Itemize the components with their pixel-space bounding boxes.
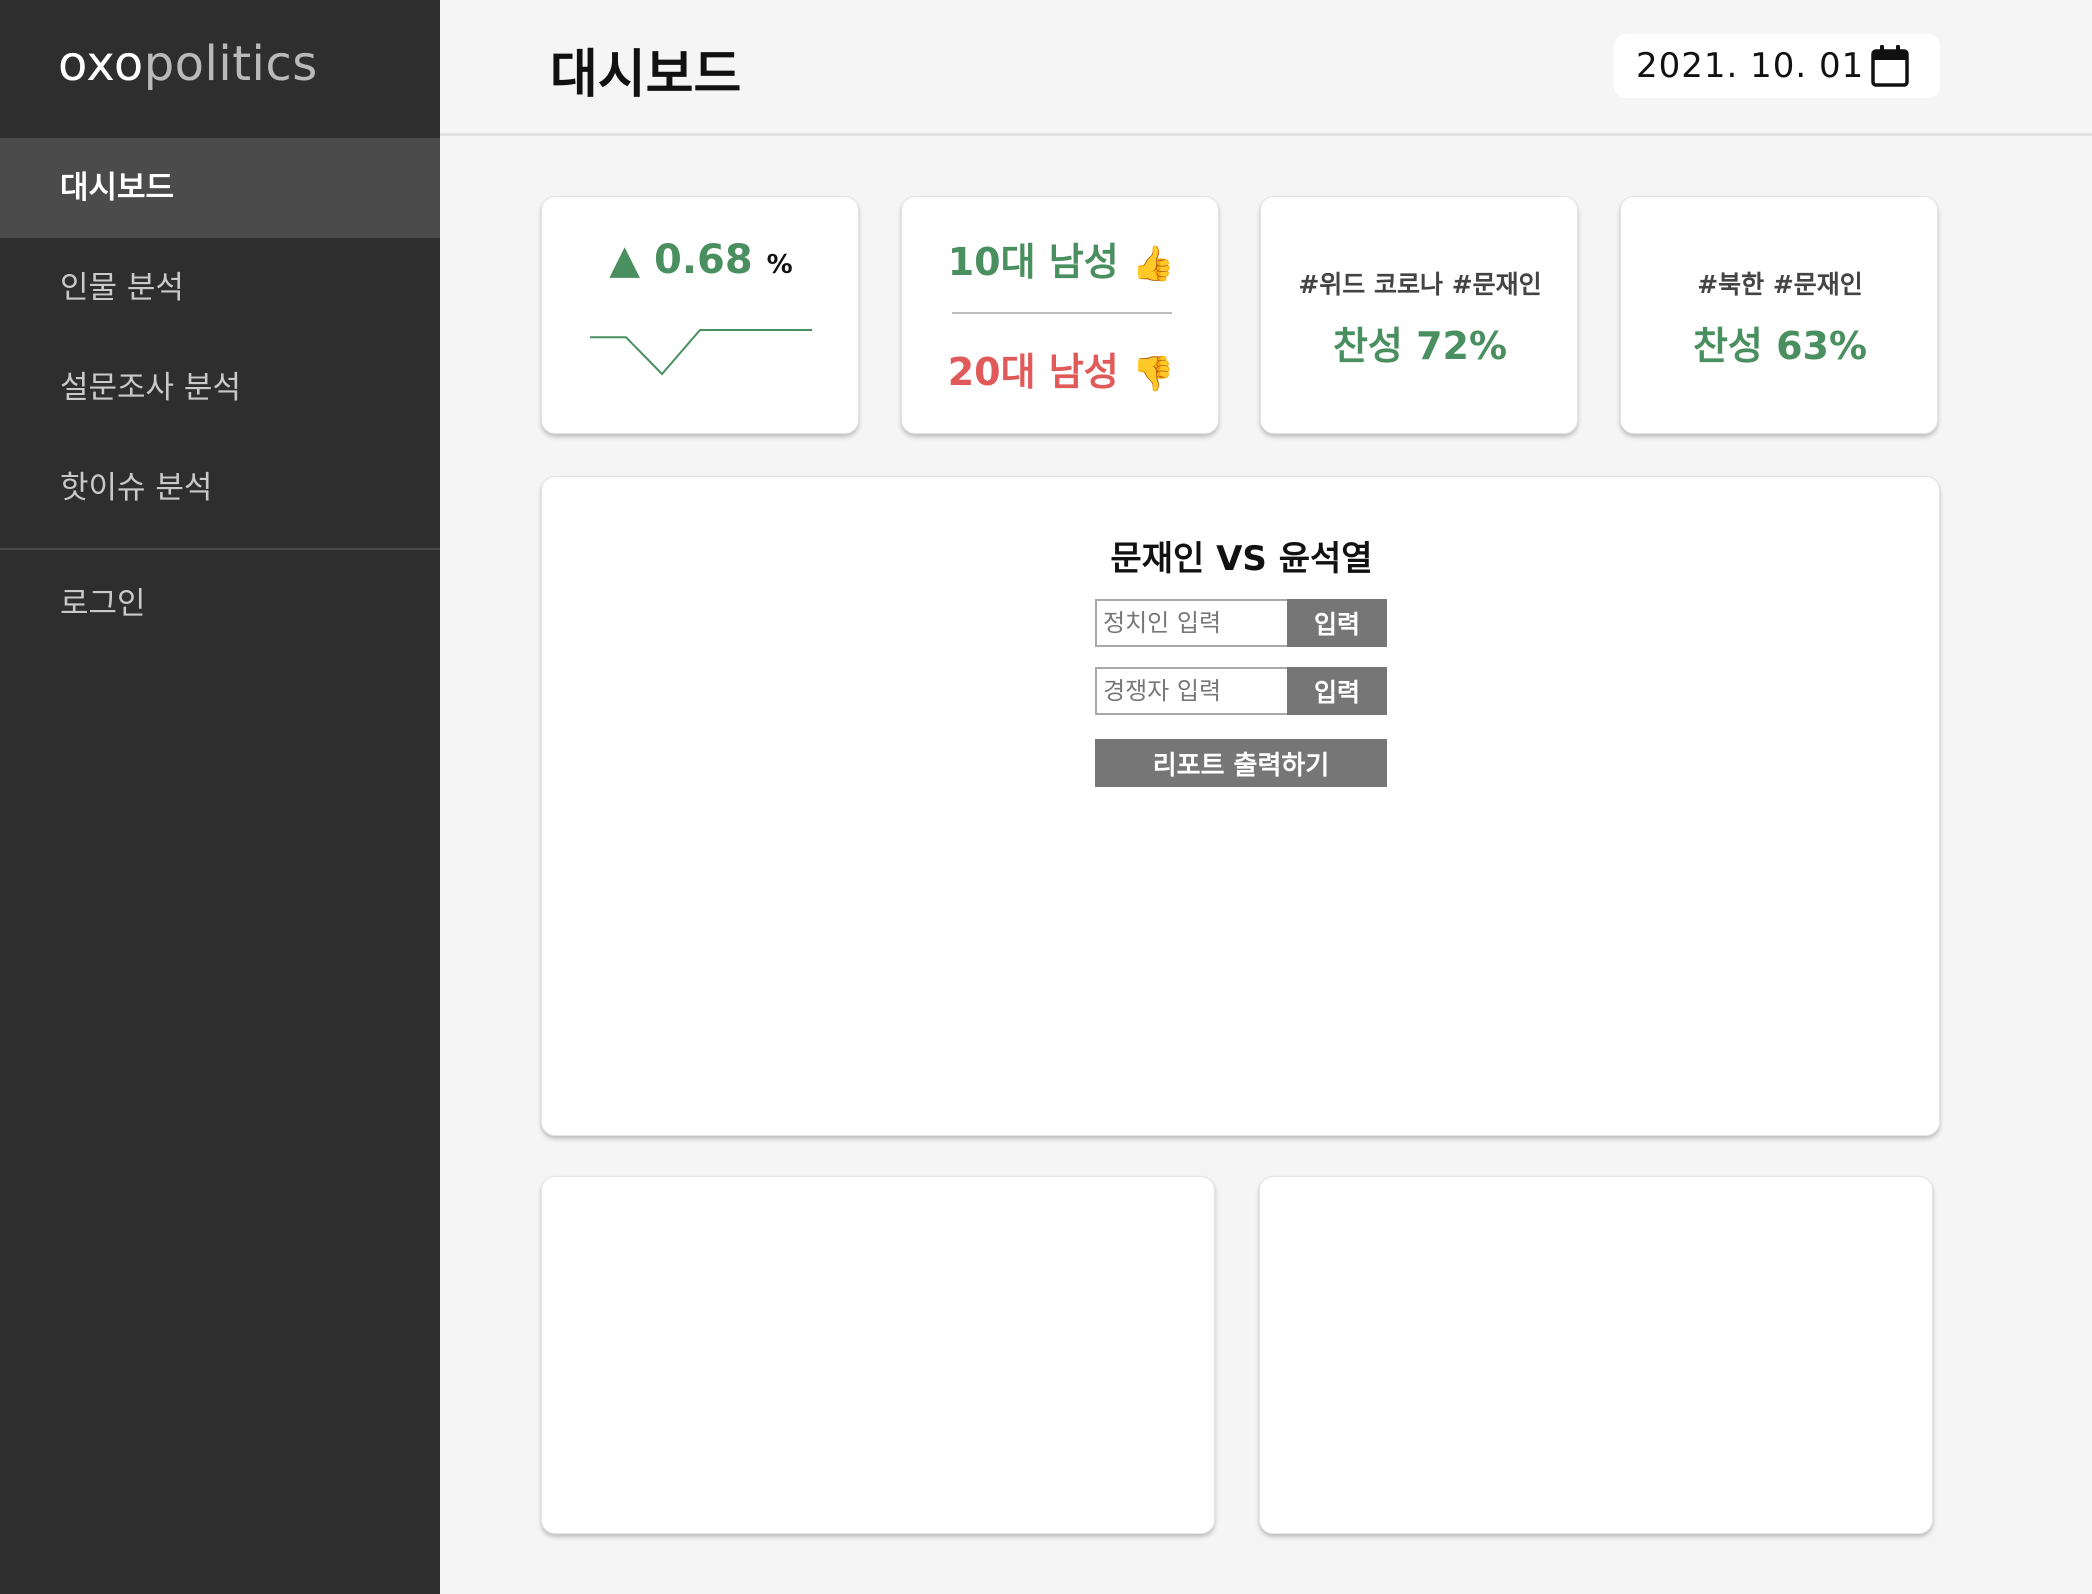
thumbs-up-icon: 👍 [1131, 244, 1175, 284]
sidebar-item-hot-issue-analysis[interactable]: 핫이슈 분석 [0, 438, 440, 538]
negative-group-label: 20대 남성 [947, 350, 1119, 394]
main-content: 대시보드 2021. 10. 01 ▲ 0.68 % 10대 남성 👍 20대 … [440, 0, 2092, 1594]
issue-tags: #위드 코로나 #문재인 [1298, 270, 1542, 299]
rival-input[interactable] [1095, 667, 1287, 715]
date-value: 2021. 10. 01 [1636, 46, 1865, 86]
thumbs-down-icon: 👎 [1131, 354, 1175, 394]
bottom-card-right [1259, 1176, 1933, 1534]
sidebar-divider [0, 548, 440, 550]
comparison-card: 문재인 VS 윤석열 입력 입력 리포트 출력하기 [541, 476, 1940, 1136]
stat-card-age-groups: 10대 남성 👍 20대 남성 👎 [901, 196, 1219, 434]
app-logo[interactable]: oxopolitics [58, 36, 318, 92]
sidebar: oxopolitics 대시보드 인물 분석 설문조사 분석 핫이슈 분석 로그… [0, 0, 440, 1594]
page-title: 대시보드 [550, 45, 742, 105]
negative-group: 20대 남성 👎 [902, 341, 1220, 396]
page-header: 대시보드 2021. 10. 01 [440, 0, 2092, 136]
trend-up-icon: ▲ [609, 237, 641, 283]
issue-approval: 찬성 63% [1692, 324, 1868, 368]
politician-submit-button[interactable]: 입력 [1287, 599, 1387, 647]
sidebar-item-login[interactable]: 로그인 [0, 554, 440, 654]
logo-bold: oxo [58, 36, 144, 92]
date-picker[interactable]: 2021. 10. 01 [1614, 34, 1940, 98]
sidebar-item-person-analysis[interactable]: 인물 분석 [0, 238, 440, 338]
politician-input[interactable] [1095, 599, 1287, 647]
positive-group: 10대 남성 👍 [902, 231, 1220, 286]
issue-approval: 찬성 72% [1332, 324, 1508, 368]
trend-unit: % [766, 250, 793, 280]
trend-readout: ▲ 0.68 % [542, 237, 860, 283]
calendar-icon[interactable] [1870, 44, 1910, 88]
bottom-card-left [541, 1176, 1215, 1534]
stat-card-trend: ▲ 0.68 % [541, 196, 859, 434]
sidebar-item-survey-analysis[interactable]: 설문조사 분석 [0, 338, 440, 438]
comparison-title: 문재인 VS 윤석열 [1110, 539, 1373, 579]
app-root: oxopolitics 대시보드 인물 분석 설문조사 분석 핫이슈 분석 로그… [0, 0, 2092, 1594]
logo-light: politics [143, 36, 318, 92]
stat-card-issue-1: #위드 코로나 #문재인 찬성 72% [1260, 196, 1578, 434]
rival-submit-button[interactable]: 입력 [1287, 667, 1387, 715]
divider [952, 312, 1172, 314]
trend-sparkline [590, 329, 812, 376]
sidebar-item-dashboard[interactable]: 대시보드 [0, 138, 440, 238]
positive-group-label: 10대 남성 [947, 240, 1119, 284]
politician-input-row: 입력 [1095, 599, 1387, 647]
trend-value: 0.68 [654, 237, 753, 283]
print-report-button[interactable]: 리포트 출력하기 [1095, 739, 1387, 787]
issue-tags: #북한 #문재인 [1697, 270, 1863, 299]
sparkline-line [590, 329, 812, 376]
rival-input-row: 입력 [1095, 667, 1387, 715]
stat-card-issue-2: #북한 #문재인 찬성 63% [1620, 196, 1938, 434]
